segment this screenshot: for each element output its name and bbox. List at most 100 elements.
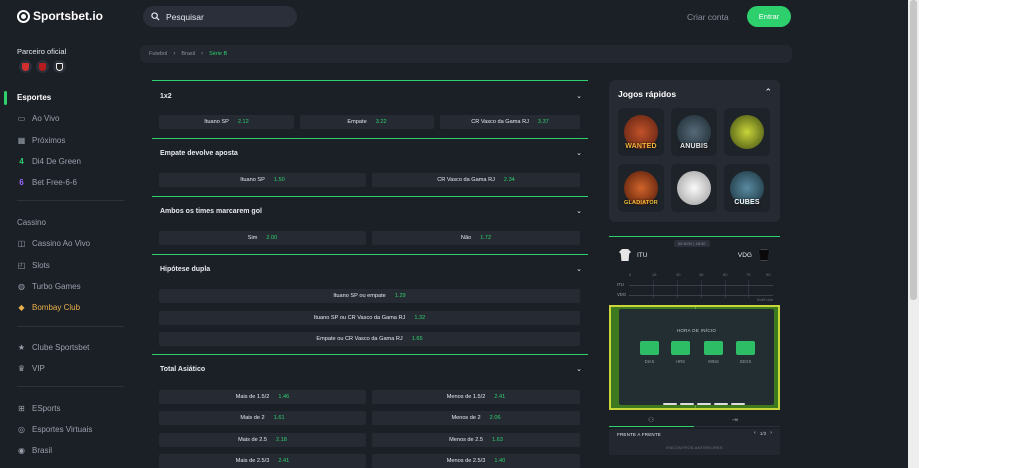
partner-badge-3-icon[interactable] [53, 60, 66, 73]
odd-button[interactable]: Sim 2.00 [159, 231, 366, 245]
search-box[interactable] [143, 6, 297, 27]
chevron-left-icon[interactable]: ‹ [754, 430, 756, 436]
chevron-down-icon[interactable]: ⌄ [576, 365, 582, 373]
odd-button[interactable]: Menos de 2.5/3 1.40 [372, 454, 580, 468]
timeline-tick: 75 [746, 272, 751, 277]
odd-label: Não [460, 235, 472, 241]
scrollbar-thumb[interactable] [910, 0, 917, 300]
odd-button[interactable]: CR Vasco da Gama RJ 2.34 [372, 173, 580, 187]
odd-button[interactable]: Mais de 2.5/3 2.41 [159, 454, 366, 468]
turbo-icon: ◍ [18, 282, 25, 291]
h2h-subtitle: ENCONTROS ANTERIORES [666, 445, 723, 450]
sidebar-item-label: Próximos [32, 136, 66, 145]
odd-button[interactable]: Não 1.72 [372, 231, 580, 245]
market-title[interactable]: Ambos os times marcarem gol [160, 208, 262, 215]
odd-button[interactable]: CR Vasco da Gama RJ 3.37 [440, 115, 580, 129]
away-shirt-icon [758, 249, 770, 261]
breadcrumb-item[interactable]: Brasil [181, 51, 195, 57]
odd-button[interactable]: Ituano SP ou CR Vasco da Gama RJ 1.32 [159, 311, 580, 325]
odd-button[interactable]: Empate 3.22 [300, 115, 434, 129]
casino-section-title[interactable]: Cassino [17, 218, 46, 227]
partner-badge-1-icon[interactable] [19, 60, 32, 73]
sidebar-item-esportes[interactable]: Esportes [17, 93, 51, 102]
odd-value: 2.34 [503, 177, 515, 183]
pitch-lineup-icon[interactable]: ⇥ [732, 416, 738, 424]
chevron-down-icon[interactable]: ⌄ [576, 207, 582, 215]
sidebar-item-esportes-virtuais[interactable]: ◎ Esportes Virtuais [17, 425, 92, 434]
login-button[interactable]: Entrar [747, 6, 791, 27]
odd-label: Mais de 2.5/3 [235, 458, 270, 464]
create-account-link[interactable]: Criar conta [687, 12, 729, 22]
timeline-tick: 15 [652, 272, 657, 277]
odd-label: Mais de 1.5/2 [235, 394, 270, 400]
pitch-pager[interactable] [663, 403, 745, 405]
market-title[interactable]: Empate devolve aposta [160, 150, 238, 157]
countdown-label: HRS [676, 359, 685, 364]
app-window: Sportsbet.io Criar conta Entrar Parceiro… [0, 0, 908, 468]
odd-button[interactable]: Empate ou CR Vasco da Gama RJ 1.65 [159, 332, 580, 346]
virtual-icon: ◎ [18, 425, 25, 434]
chevron-down-icon[interactable]: ⌄ [576, 92, 582, 100]
six-icon: 6 [19, 178, 24, 187]
sidebar-item-clube-sportsbet[interactable]: ★ Clube Sportsbet [17, 343, 89, 352]
game-tile-gladiator[interactable]: GLADIATOR [618, 164, 664, 212]
countdown-hours-box [671, 341, 690, 355]
odd-label: Menos de 2.5 [449, 437, 483, 443]
timeline-tick: 0 [629, 272, 632, 277]
odd-button[interactable]: Menos de 1.5/2 2.41 [372, 390, 580, 404]
sidebar-divider [17, 326, 124, 327]
odd-button[interactable]: Mais de 1.5/2 1.46 [159, 390, 366, 404]
game-tile-wanted[interactable]: WANTED [618, 108, 664, 156]
odd-label: Empate ou CR Vasco da Gama RJ [316, 336, 403, 342]
market-title[interactable]: Total Asiático [160, 366, 205, 373]
market-title[interactable]: 1x2 [160, 93, 172, 100]
odd-value: 1.46 [278, 394, 290, 400]
odd-button[interactable]: Mais de 2 1.61 [159, 411, 366, 425]
breadcrumb-current[interactable]: Série B [209, 51, 227, 57]
players-icon[interactable]: ⚇ [648, 416, 654, 424]
sidebar-item-vip[interactable]: ♛ VIP [17, 364, 45, 373]
chevron-right-icon[interactable]: › [770, 430, 772, 436]
chevron-down-icon[interactable]: ⌄ [576, 149, 582, 157]
sidebar-item-di4-de-green[interactable]: 4 Di4 De Green [17, 157, 81, 166]
sidebar-item-turbo-games[interactable]: ◍ Turbo Games [17, 282, 81, 291]
chevron-down-icon[interactable]: ⌄ [576, 265, 582, 273]
sidebar-item-ao-vivo[interactable]: ▭ Ao Vivo [17, 114, 60, 123]
match-timeline: 0 15 30 45 60 75 90 ITU VDG 2x45 min [617, 272, 773, 306]
crown-icon: ♛ [17, 364, 26, 373]
sidebar-item-label: ESports [32, 404, 61, 413]
game-tile-3[interactable] [724, 108, 770, 156]
sidebar-item-label: VIP [32, 364, 45, 373]
partner-badge-2-icon[interactable] [36, 60, 49, 73]
odd-label: Ituano SP ou CR Vasco da Gama RJ [313, 315, 406, 321]
game-tile-5[interactable] [671, 164, 717, 212]
sidebar-item-bet-free[interactable]: 6 Bet Free-6-6 [17, 178, 77, 187]
odd-button[interactable]: Ituano SP 2.12 [159, 115, 294, 129]
sidebar-item-proximos[interactable]: ▦ Próximos [17, 136, 66, 145]
chevron-up-icon[interactable]: ⌃ [764, 87, 772, 98]
odd-button[interactable]: Mais de 2.5 2.18 [159, 433, 366, 447]
sidebar-item-brasil[interactable]: ◉ Brasil [17, 446, 52, 455]
countdown-overlay: HORA DE INÍCIO DIAS HRS MINS SEGS [619, 309, 774, 405]
sidebar-item-cassino-ao-vivo[interactable]: ◫ Cassino Ao Vivo [17, 239, 90, 248]
market-title[interactable]: Hipótese dupla [160, 266, 210, 273]
game-name: WANTED [625, 143, 657, 150]
star-icon: ★ [17, 343, 26, 352]
search-input[interactable] [166, 11, 286, 22]
sidebar-item-slots[interactable]: ◰ Slots [17, 261, 50, 270]
sidebar-item-esports[interactable]: ⊞ ESports [17, 404, 60, 413]
odd-label: Ituano SP [240, 177, 265, 183]
brand-logo[interactable]: Sportsbet.io [17, 9, 103, 23]
breadcrumb-item[interactable]: Futebol [149, 51, 167, 57]
countdown-days-box [640, 341, 659, 355]
odd-button[interactable]: Ituano SP 1.50 [159, 173, 366, 187]
timeline-home-label: ITU [617, 282, 624, 287]
sidebar-item-label: Ao Vivo [32, 114, 60, 123]
odd-button[interactable]: Menos de 2 2.06 [372, 411, 580, 425]
game-tile-cubes[interactable]: CUBES [724, 164, 770, 212]
sidebar-item-bombay-club[interactable]: ◆ Bombay Club [17, 303, 80, 312]
match-widget: 05 NOV | 18:30 ITU VDG 0 15 30 45 60 75 … [609, 236, 780, 468]
game-tile-anubis[interactable]: ANUBIS [671, 108, 717, 156]
odd-button[interactable]: Ituano SP ou empate 1.29 [159, 289, 580, 303]
odd-button[interactable]: Menos de 2.5 1.63 [372, 433, 580, 447]
